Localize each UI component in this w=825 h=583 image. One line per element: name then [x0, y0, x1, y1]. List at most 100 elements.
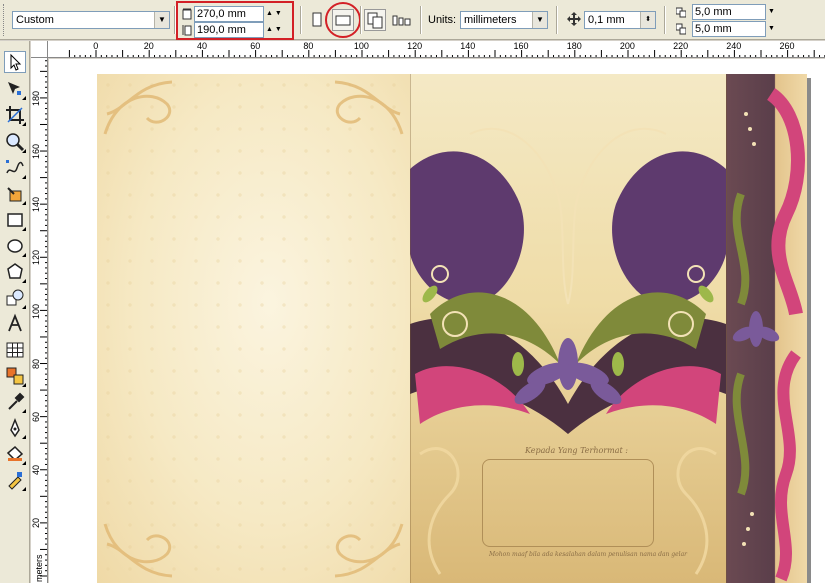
vertical-ruler-ticks	[40, 60, 47, 577]
horizontal-tick-label: 240	[726, 41, 742, 51]
basic-shapes-tool-button[interactable]	[4, 287, 26, 309]
interactive-fill-tool-button[interactable]	[4, 469, 26, 491]
toolbar-separator	[360, 6, 362, 34]
current-page-button[interactable]	[391, 9, 413, 31]
nudge-distance-value: 0,1 mm	[588, 14, 625, 26]
toolbar-separator	[664, 6, 666, 34]
flyout-indicator	[22, 461, 26, 465]
rectangle-tool-button[interactable]	[4, 209, 26, 231]
recipient-label: Kepada Yang Terhormat :	[525, 446, 628, 455]
flyout-indicator	[22, 122, 26, 126]
units-label: Units:	[428, 14, 457, 26]
horizontal-tick-label: 140	[460, 41, 476, 51]
pick-tool-button[interactable]	[4, 51, 26, 73]
nudge-icon	[567, 12, 581, 26]
flyout-indicator	[22, 279, 26, 283]
duplicate-x-row: 5,0 mm ▼	[676, 4, 788, 20]
vertical-ruler[interactable]: 180 160 140 120 100 80 60 40 20 meters	[31, 58, 48, 583]
horizontal-tick-label: 160	[513, 41, 529, 51]
horizontal-tick-label: 260	[779, 41, 795, 51]
interactive-blend-tool-button[interactable]	[4, 365, 26, 387]
flyout-indicator	[22, 435, 26, 439]
smart-fill-tool-button[interactable]	[4, 183, 26, 205]
corner-flourishes	[103, 80, 404, 578]
page-width-spinner[interactable]: ▲▼	[266, 6, 290, 22]
horizontal-tick-label: 220	[673, 41, 689, 51]
horizontal-tick-label: 200	[619, 41, 635, 51]
fold-line-right	[726, 74, 727, 583]
toolbar-separator	[300, 6, 302, 34]
all-pages-button[interactable]	[364, 9, 386, 31]
vertical-ruler-unit: meters	[34, 554, 44, 582]
duplicate-y-row: 5,0 mm ▼	[676, 21, 788, 37]
duplicate-x-spinner[interactable]: ▼	[768, 4, 788, 20]
toolbar-grip[interactable]	[3, 4, 6, 36]
flyout-indicator	[22, 487, 26, 491]
flyout-indicator	[22, 96, 26, 100]
vertical-tick-label: 140	[31, 197, 41, 213]
ruler-origin-corner[interactable]	[31, 41, 48, 58]
units-value: millimeters	[464, 14, 517, 26]
chevron-down-icon[interactable]: ▼	[154, 12, 169, 28]
page-height-spinner[interactable]: ▲▼	[266, 22, 290, 38]
invitation-page[interactable]: Kepada Yang Terhormat : Mohon maaf bila …	[97, 74, 807, 583]
vertical-tick-label: 100	[31, 303, 41, 319]
horizontal-tick-label: 0	[93, 41, 99, 51]
vertical-tick-label: 60	[31, 412, 41, 423]
horizontal-tick-label: 20	[143, 41, 154, 51]
units-dropdown[interactable]: millimeters ▼	[460, 11, 548, 29]
horizontal-tick-label: 60	[250, 41, 261, 51]
landscape-highlight-circle	[325, 2, 361, 38]
all-pages-icon	[367, 12, 383, 29]
horizontal-ruler-ticks	[68, 50, 825, 57]
fold-line-left	[410, 74, 411, 583]
duplicate-offset-y-icon	[676, 23, 686, 35]
polygon-tool-button[interactable]	[4, 261, 26, 283]
page-width-input[interactable]: 270,0 mm	[194, 6, 264, 22]
duplicate-y-input[interactable]: 5,0 mm	[692, 21, 766, 37]
drawing-workspace[interactable]: Kepada Yang Terhormat : Mohon maaf bila …	[49, 59, 825, 583]
pick-tool-icon	[10, 53, 22, 71]
flyout-indicator	[22, 253, 26, 257]
duplicate-y-spinner[interactable]: ▼	[768, 21, 788, 37]
horizontal-ruler[interactable]: 0 20 40 60 80 100 120 140 160 180 200 220 240 260	[48, 41, 825, 58]
fill-tool-button[interactable]	[4, 443, 26, 465]
outline-tool-button[interactable]	[4, 417, 26, 439]
text-tool-button[interactable]	[4, 313, 26, 335]
nudge-spinner[interactable]: ⬍	[640, 12, 655, 28]
flyout-indicator	[22, 409, 26, 413]
nudge-distance-input[interactable]: 0,1 mm ⬍	[584, 11, 656, 29]
flyout-indicator	[22, 149, 26, 153]
crop-tool-button[interactable]	[4, 104, 26, 126]
page-height-input[interactable]: 190,0 mm	[194, 22, 264, 38]
page-dimensions-highlight: 270,0 mm ▲▼ 190,0 mm ▲▼	[176, 1, 294, 40]
page-height-row: 190,0 mm ▲▼	[182, 22, 290, 38]
table-tool-button[interactable]	[4, 339, 26, 361]
card-footer-note: Mohon maaf bila ada kesalahan dalam penu…	[489, 551, 688, 558]
chevron-down-icon[interactable]: ▼	[532, 12, 547, 28]
address-box	[482, 459, 654, 547]
vertical-tick-label: 20	[31, 518, 41, 529]
ellipse-tool-button[interactable]	[4, 235, 26, 257]
vertical-tick-label: 160	[31, 144, 41, 160]
horizontal-tick-label: 180	[566, 41, 582, 51]
duplicate-x-input[interactable]: 5,0 mm	[692, 4, 766, 20]
property-bar: Custom ▼ 270,0 mm ▲▼ 190,0 mm ▲▼ Units: …	[0, 0, 825, 40]
toolbar-separator	[420, 6, 422, 34]
flyout-indicator	[22, 175, 26, 179]
vertical-tick-label: 80	[31, 358, 41, 369]
freehand-tool-button[interactable]	[4, 157, 26, 179]
flap-ornament	[732, 88, 805, 582]
shape-tool-button[interactable]	[4, 78, 26, 100]
vertical-tick-label: 120	[31, 250, 41, 266]
toolbox	[0, 41, 30, 583]
current-page-icon	[392, 15, 411, 26]
zoom-tool-button[interactable]	[4, 131, 26, 153]
page-width-row: 270,0 mm ▲▼	[182, 6, 290, 22]
toolbar-separator	[556, 6, 558, 34]
paper-type-dropdown[interactable]: Custom ▼	[12, 11, 170, 29]
flyout-indicator	[22, 383, 26, 387]
paper-type-value: Custom	[16, 14, 54, 26]
eyedropper-tool-button[interactable]	[4, 391, 26, 413]
text-tool-icon	[8, 313, 22, 332]
